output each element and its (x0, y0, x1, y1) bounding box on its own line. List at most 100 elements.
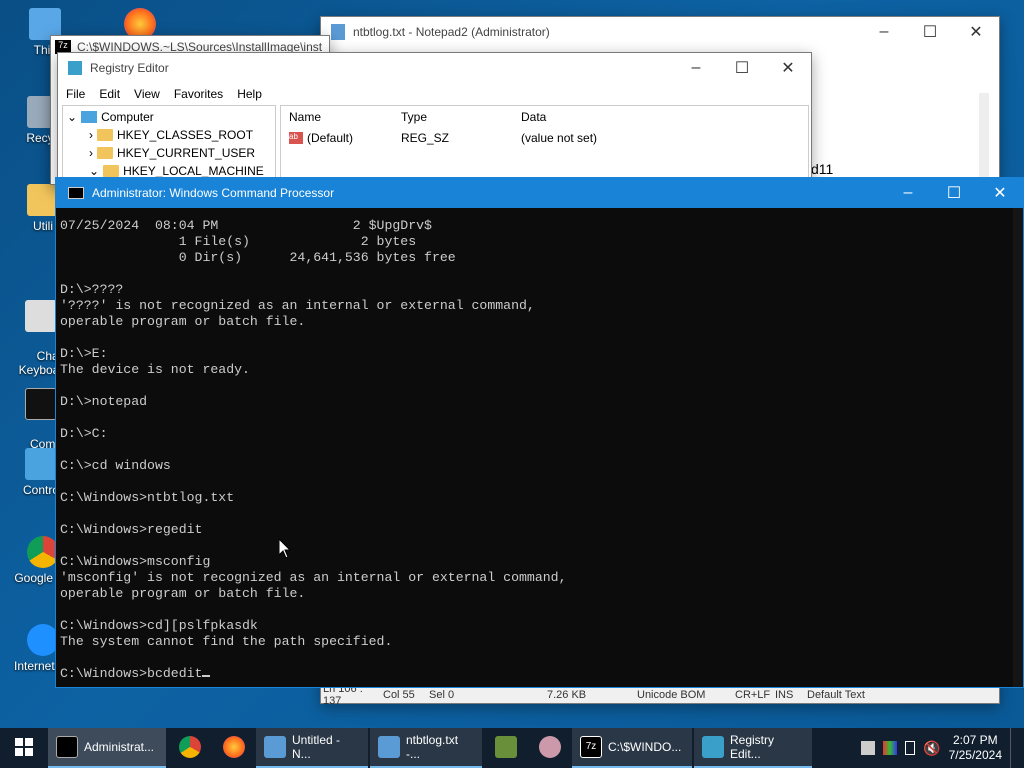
close-button[interactable]: ✕ (765, 53, 811, 83)
volume-muted-icon[interactable]: 🔇 (923, 740, 940, 757)
control-panel-icon (25, 448, 57, 480)
close-button[interactable]: ✕ (977, 178, 1023, 208)
desktop-icon-label: Utili (33, 219, 53, 233)
window-title: ntbtlog.txt - Notepad2 (Administrator) (353, 25, 550, 39)
status-encoding: Unicode BOM (637, 688, 706, 701)
usb-icon[interactable] (905, 741, 916, 755)
column-name[interactable]: Name (281, 110, 401, 124)
cmd-icon (25, 388, 57, 420)
status-ins: INS (775, 688, 794, 701)
chevron-down-icon[interactable]: ⌄ (89, 164, 99, 178)
app-icon (495, 736, 517, 758)
window-title: Registry Editor (90, 61, 169, 75)
tree-label: HKEY_CURRENT_USER (117, 146, 256, 160)
chrome-icon (179, 736, 201, 758)
system-tray: 🔇 2:07 PM 7/25/2024 (861, 728, 1024, 768)
cmd-titlebar[interactable]: Administrator: Windows Command Processor… (56, 178, 1023, 208)
computer-icon (81, 111, 98, 123)
taskbar-item-notepad2[interactable]: ntbtlog.txt -... (370, 728, 482, 768)
status-size: 7.26 KB (547, 688, 587, 701)
editor-text: d11 (811, 161, 834, 177)
menu-bar: File Edit View Favorites Help (58, 83, 811, 105)
minimize-button[interactable]: – (885, 178, 931, 208)
status-col: Col 55 (383, 688, 415, 701)
column-data[interactable]: Data (521, 110, 546, 124)
taskbar-item-regedit[interactable]: Registry Edit... (694, 728, 812, 768)
taskbar-label: Registry Edit... (730, 733, 775, 761)
taskbar-item-cmd[interactable]: Administrat... (48, 728, 166, 768)
color-icon[interactable] (883, 741, 898, 755)
firefox-icon (223, 736, 245, 758)
regedit-icon (702, 736, 724, 758)
tree-item-hkcr[interactable]: › HKEY_CLASSES_ROOT (67, 126, 271, 144)
notepad2-icon (378, 736, 400, 758)
7zip-icon: 7z (580, 736, 602, 758)
chevron-right-icon[interactable]: › (89, 146, 93, 160)
folder-icon (97, 129, 113, 141)
cmd-icon (68, 187, 84, 199)
taskbar-label: ntbtlog.txt -... (406, 733, 459, 761)
folder-icon (97, 147, 113, 159)
menu-help[interactable]: Help (237, 87, 262, 101)
show-desktop-button[interactable] (1010, 728, 1014, 768)
value-data: (value not set) (521, 131, 598, 145)
minimize-button[interactable]: – (861, 17, 907, 47)
clock-time: 2:07 PM (952, 733, 998, 747)
tree-item-computer[interactable]: ⌄ Computer (67, 108, 271, 126)
maximize-button[interactable]: ☐ (931, 178, 977, 208)
windows-icon (15, 738, 33, 756)
registry-editor-window: Registry Editor – ☐ ✕ File Edit View Fav… (57, 52, 812, 187)
tree-label: HKEY_LOCAL_MACHINE (123, 164, 264, 178)
clock[interactable]: 2:07 PM 7/25/2024 (949, 733, 1002, 763)
keyboard-icon (25, 300, 57, 332)
taskbar-label: Untitled - N... (292, 733, 341, 761)
chevron-down-icon[interactable]: ⌄ (67, 110, 77, 124)
menu-favorites[interactable]: Favorites (174, 87, 223, 101)
console-output[interactable]: 07/25/2024 08:04 PM 2 $UpgDrv$ 1 File(s)… (60, 218, 1011, 687)
taskbar-item-notepad[interactable]: Untitled - N... (256, 728, 368, 768)
console-text: 07/25/2024 08:04 PM 2 $UpgDrv$ 1 File(s)… (60, 218, 567, 681)
notepad2-icon (331, 24, 345, 40)
string-value-icon: ab (289, 132, 303, 144)
registry-tree: ⌄ Computer › HKEY_CLASSES_ROOT › HKEY_CURRE… (62, 105, 276, 187)
network-icon[interactable] (861, 741, 876, 755)
tree-label: HKEY_CLASSES_ROOT (117, 128, 254, 142)
regedit-titlebar[interactable]: Registry Editor – ☐ ✕ (58, 53, 811, 83)
status-eol: CR+LF (735, 688, 771, 701)
minimize-button[interactable]: – (673, 53, 719, 83)
registry-values-pane: Name Type Data ab (Default) REG_SZ (value… (280, 105, 809, 187)
folder-icon (103, 165, 120, 177)
value-type: REG_SZ (401, 131, 450, 145)
menu-file[interactable]: File (66, 87, 85, 101)
close-button[interactable]: ✕ (953, 17, 999, 47)
taskbar-pin-tool[interactable] (528, 728, 572, 768)
taskbar-pin-app[interactable] (484, 728, 528, 768)
regedit-icon (68, 61, 82, 75)
text-cursor (202, 675, 211, 677)
taskbar: Administrat... Untitled - N... ntbtlog.t… (0, 728, 1024, 768)
taskbar-item-7zip[interactable]: 7z C:\$WINDO... (572, 728, 692, 768)
chevron-right-icon[interactable]: › (89, 128, 93, 142)
column-type[interactable]: Type (401, 110, 521, 124)
taskbar-pin-firefox[interactable] (212, 728, 256, 768)
taskbar-pin-chrome[interactable] (168, 728, 212, 768)
table-row[interactable]: ab (Default) REG_SZ (value not set) (281, 128, 808, 148)
tool-icon (539, 736, 561, 758)
notepad2-titlebar[interactable]: ntbtlog.txt - Notepad2 (Administrator) –… (321, 17, 999, 47)
tree-item-hkcu[interactable]: › HKEY_CURRENT_USER (67, 144, 271, 162)
notepad-icon (264, 736, 286, 758)
taskbar-label: Administrat... (84, 740, 155, 754)
value-name: (Default) (307, 131, 354, 145)
menu-view[interactable]: View (134, 87, 160, 101)
scrollbar[interactable] (1013, 208, 1023, 687)
desktop-icon-label: Contro (22, 483, 60, 497)
status-scheme: Default Text (807, 688, 865, 701)
values-header: Name Type Data (281, 106, 808, 128)
maximize-button[interactable]: ☐ (719, 53, 765, 83)
status-sel: Sel 0 (429, 688, 455, 701)
maximize-button[interactable]: ☐ (907, 17, 953, 47)
clock-date: 7/25/2024 (948, 748, 1002, 762)
start-button[interactable] (0, 728, 48, 768)
menu-edit[interactable]: Edit (99, 87, 120, 101)
taskbar-label: C:\$WINDO... (608, 740, 682, 754)
